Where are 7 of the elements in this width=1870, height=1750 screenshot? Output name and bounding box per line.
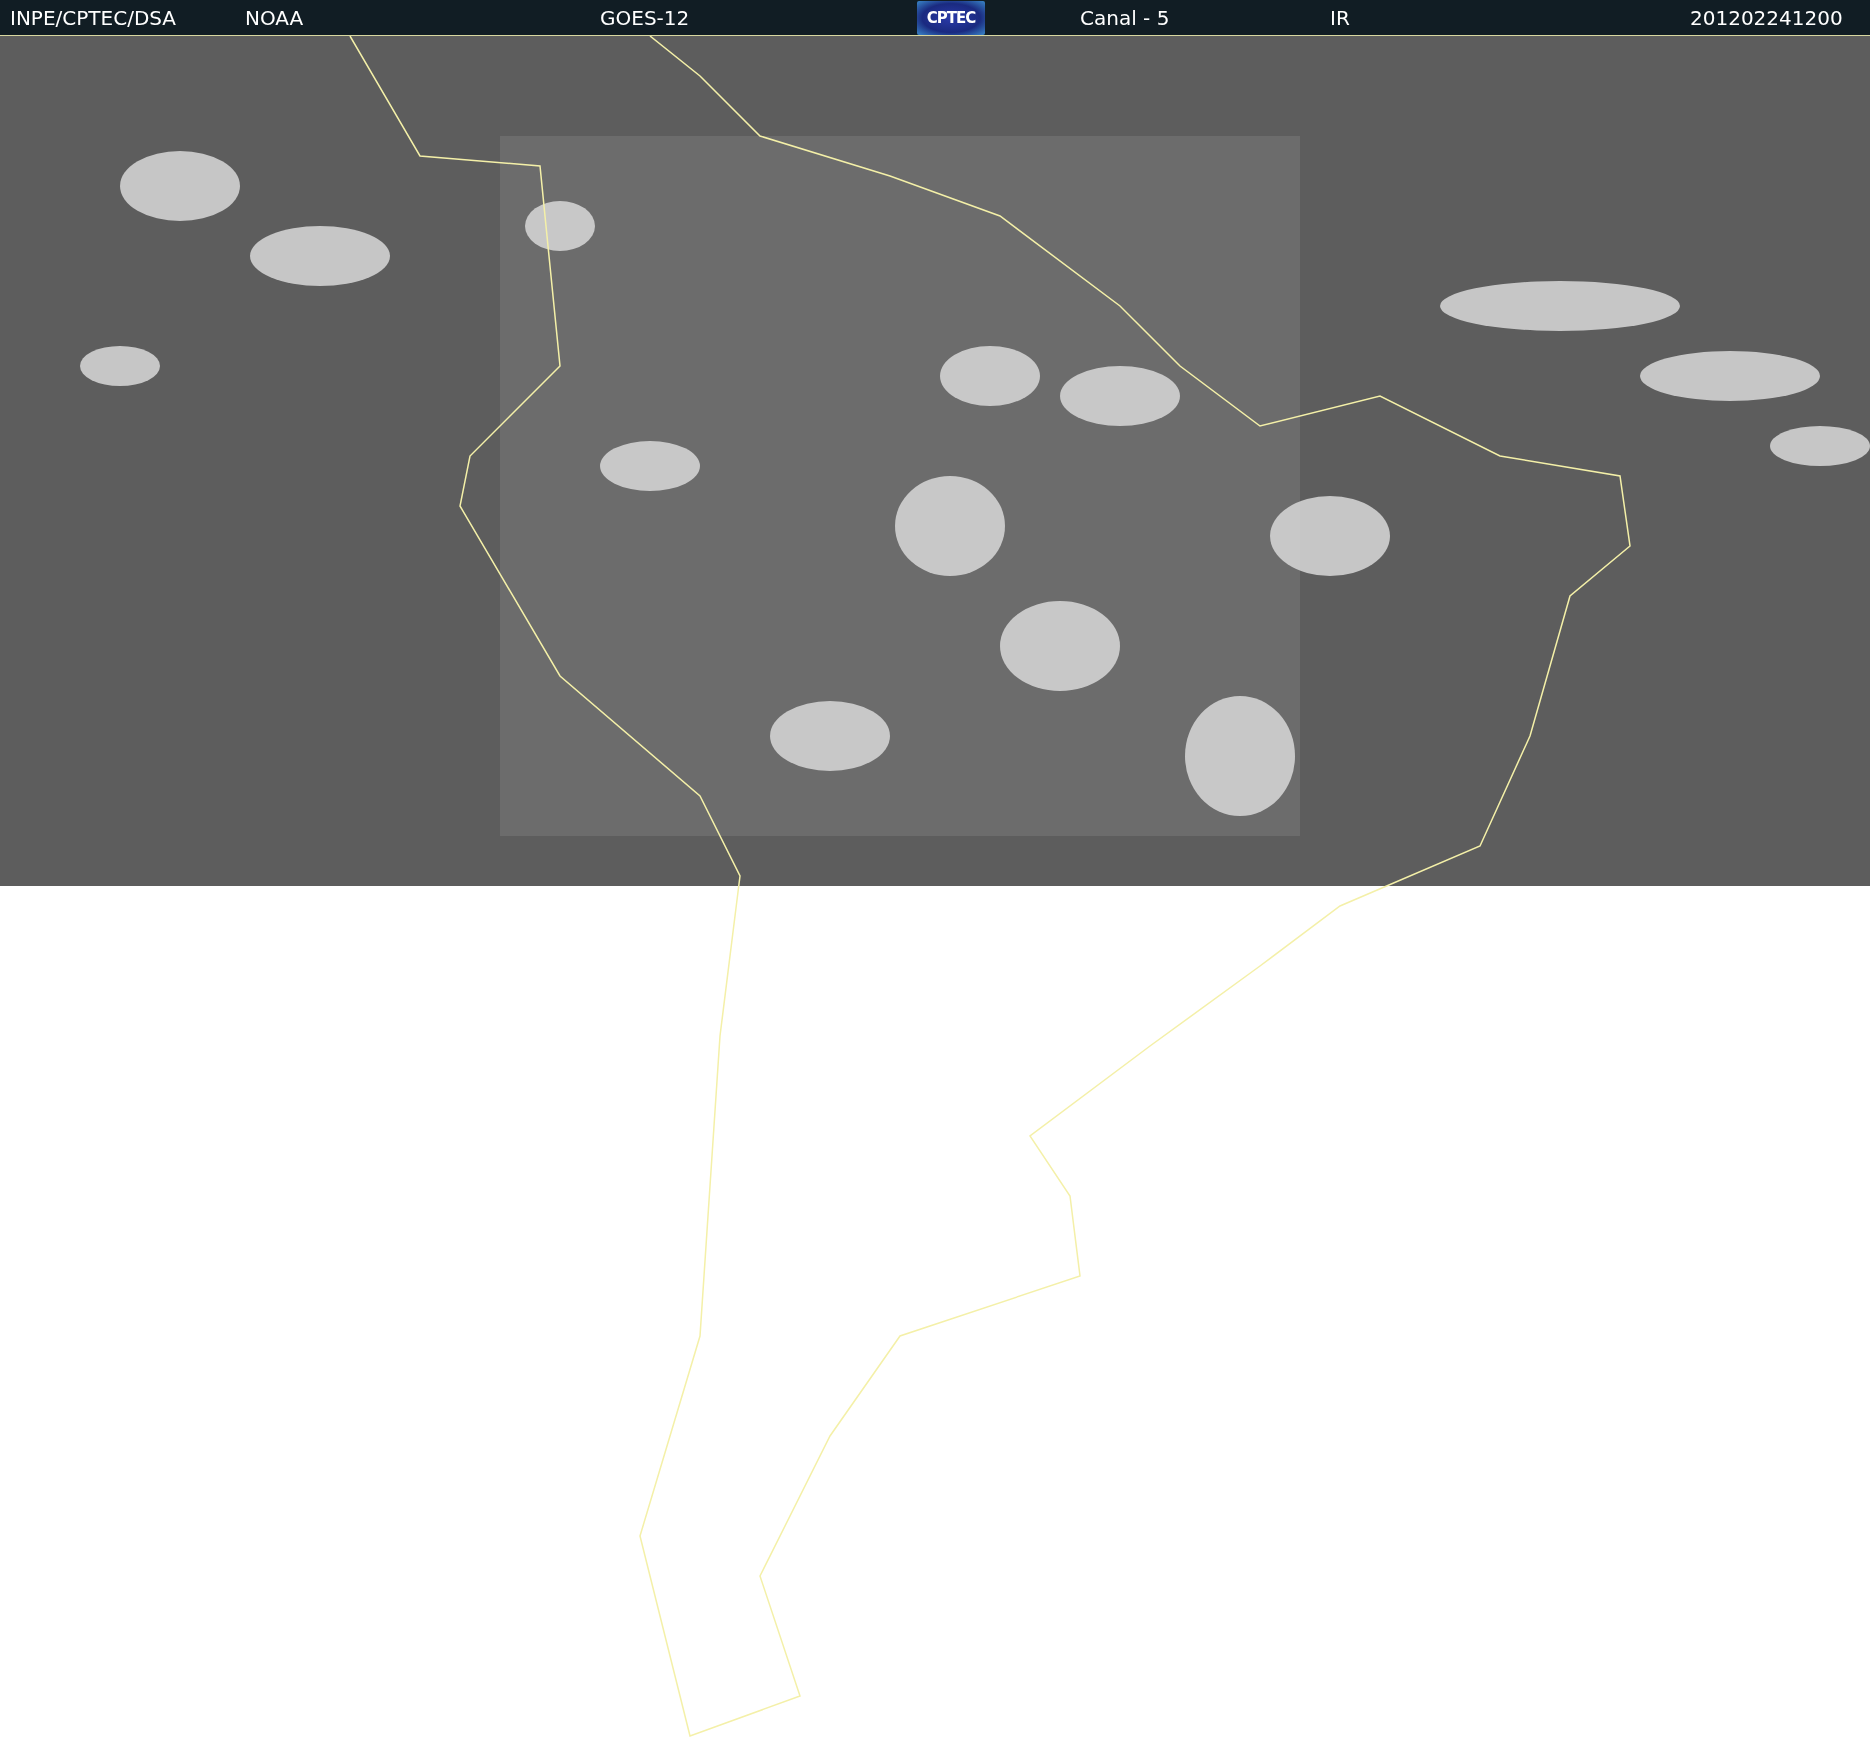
header-label: IR <box>1330 5 1351 30</box>
header-label: GOES-12 <box>600 5 691 30</box>
header-label: INPE/CPTEC/DSA <box>10 5 178 30</box>
header-label: 201202241200 <box>1690 5 1844 30</box>
logo: CPTEC <box>917 0 985 35</box>
header-label: NOAA <box>245 5 305 30</box>
header-label: Canal - 5 <box>1080 5 1171 30</box>
